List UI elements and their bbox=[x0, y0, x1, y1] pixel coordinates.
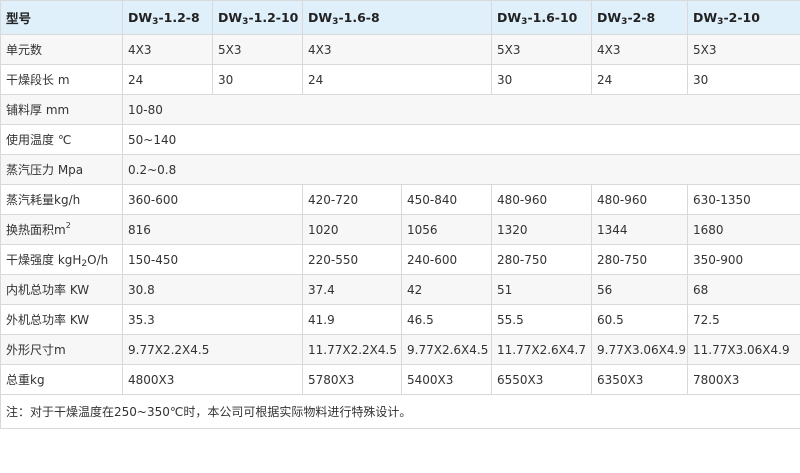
cell: 56 bbox=[591, 274, 688, 305]
row-label: 铺料厚 mm bbox=[0, 94, 123, 125]
cell: 60.5 bbox=[591, 304, 688, 335]
cell: 240-600 bbox=[401, 244, 492, 275]
cell: 35.3 bbox=[122, 304, 303, 335]
header-model: DW3-1.2-10 bbox=[212, 0, 303, 35]
table-row: 外形尺寸m 9.77X2.2X4.5 11.77X2.2X4.5 9.77X2.… bbox=[0, 334, 800, 365]
note-row: 注：对于干燥温度在250~350℃时，本公司可根据实际物料进行特殊设计。 bbox=[0, 394, 800, 429]
table-row: 换热面积m2 816 1020 1056 1320 1344 1680 bbox=[0, 214, 800, 245]
table-row: 使用温度 ℃ 50~140 bbox=[0, 124, 800, 155]
cell: 5X3 bbox=[212, 34, 303, 65]
row-label: 干燥强度 kgH2O/h bbox=[0, 244, 123, 275]
cell: 1020 bbox=[302, 214, 402, 245]
cell: 9.77X2.2X4.5 bbox=[122, 334, 303, 365]
cell: 37.4 bbox=[302, 274, 402, 305]
row-label: 干燥段长 m bbox=[0, 64, 123, 95]
row-label: 外机总功率 KW bbox=[0, 304, 123, 335]
cell: 7800X3 bbox=[687, 364, 800, 395]
footnote: 注：对于干燥温度在250~350℃时，本公司可根据实际物料进行特殊设计。 bbox=[0, 394, 800, 429]
table-row: 总重kg 4800X3 5780X3 5400X3 6550X3 6350X3 … bbox=[0, 364, 800, 395]
cell: 50~140 bbox=[122, 124, 800, 155]
table-row: 蒸汽耗量kg/h 360-600 420-720 450-840 480-960… bbox=[0, 184, 800, 215]
cell: 30 bbox=[491, 64, 592, 95]
header-model: DW3-1.2-8 bbox=[122, 0, 213, 35]
cell: 10-80 bbox=[122, 94, 800, 125]
cell: 280-750 bbox=[491, 244, 592, 275]
cell: 9.77X3.06X4.9 bbox=[591, 334, 688, 365]
cell: 350-900 bbox=[687, 244, 800, 275]
cell: 480-960 bbox=[591, 184, 688, 215]
cell: 420-720 bbox=[302, 184, 402, 215]
table-row: 外机总功率 KW 35.3 41.9 46.5 55.5 60.5 72.5 bbox=[0, 304, 800, 335]
cell: 4800X3 bbox=[122, 364, 303, 395]
cell: 280-750 bbox=[591, 244, 688, 275]
cell: 0.2~0.8 bbox=[122, 154, 800, 185]
cell: 11.77X2.6X4.7 bbox=[491, 334, 592, 365]
cell: 41.9 bbox=[302, 304, 402, 335]
row-label: 蒸汽耗量kg/h bbox=[0, 184, 123, 215]
table-row: 铺料厚 mm 10-80 bbox=[0, 94, 800, 125]
cell: 4X3 bbox=[302, 34, 492, 65]
table-row: 蒸汽压力 Mpa 0.2~0.8 bbox=[0, 154, 800, 185]
cell: 5400X3 bbox=[401, 364, 492, 395]
cell: 150-450 bbox=[122, 244, 303, 275]
cell: 30.8 bbox=[122, 274, 303, 305]
table-row: 干燥段长 m 24 30 24 30 24 30 bbox=[0, 64, 800, 95]
cell: 4X3 bbox=[591, 34, 688, 65]
cell: 46.5 bbox=[401, 304, 492, 335]
cell: 630-1350 bbox=[687, 184, 800, 215]
cell: 11.77X2.2X4.5 bbox=[302, 334, 402, 365]
cell: 450-840 bbox=[401, 184, 492, 215]
header-model: DW3-2-8 bbox=[591, 0, 688, 35]
cell: 1344 bbox=[591, 214, 688, 245]
cell: 816 bbox=[122, 214, 303, 245]
cell: 6350X3 bbox=[591, 364, 688, 395]
table-row: 内机总功率 KW 30.8 37.4 42 51 56 68 bbox=[0, 274, 800, 305]
cell: 11.77X3.06X4.9 bbox=[687, 334, 800, 365]
table-row: 干燥强度 kgH2O/h 150-450 220-550 240-600 280… bbox=[0, 244, 800, 275]
cell: 4X3 bbox=[122, 34, 213, 65]
header-label: 型号 bbox=[0, 0, 123, 35]
cell: 30 bbox=[212, 64, 303, 95]
cell: 6550X3 bbox=[491, 364, 592, 395]
cell: 24 bbox=[302, 64, 492, 95]
table-row: 单元数 4X3 5X3 4X3 5X3 4X3 5X3 bbox=[0, 34, 800, 65]
header-model: DW3-1.6-10 bbox=[491, 0, 592, 35]
cell: 1320 bbox=[491, 214, 592, 245]
cell: 1056 bbox=[401, 214, 492, 245]
header-model: DW3-1.6-8 bbox=[302, 0, 492, 35]
cell: 42 bbox=[401, 274, 492, 305]
cell: 51 bbox=[491, 274, 592, 305]
cell: 5X3 bbox=[491, 34, 592, 65]
cell: 5780X3 bbox=[302, 364, 402, 395]
header-row: 型号 DW3-1.2-8 DW3-1.2-10 DW3-1.6-8 DW3-1.… bbox=[0, 0, 800, 35]
row-label: 蒸汽压力 Mpa bbox=[0, 154, 123, 185]
cell: 220-550 bbox=[302, 244, 402, 275]
header-model: DW3-2-10 bbox=[687, 0, 800, 35]
cell: 55.5 bbox=[491, 304, 592, 335]
row-label: 使用温度 ℃ bbox=[0, 124, 123, 155]
cell: 68 bbox=[687, 274, 800, 305]
row-label: 单元数 bbox=[0, 34, 123, 65]
row-label: 总重kg bbox=[0, 364, 123, 395]
cell: 360-600 bbox=[122, 184, 303, 215]
cell: 9.77X2.6X4.5 bbox=[401, 334, 492, 365]
cell: 30 bbox=[687, 64, 800, 95]
row-label: 换热面积m2 bbox=[0, 214, 123, 245]
spec-table: 型号 DW3-1.2-8 DW3-1.2-10 DW3-1.6-8 DW3-1.… bbox=[0, 0, 800, 429]
cell: 1680 bbox=[687, 214, 800, 245]
row-label: 外形尺寸m bbox=[0, 334, 123, 365]
row-label: 内机总功率 KW bbox=[0, 274, 123, 305]
cell: 24 bbox=[122, 64, 213, 95]
cell: 480-960 bbox=[491, 184, 592, 215]
cell: 5X3 bbox=[687, 34, 800, 65]
cell: 24 bbox=[591, 64, 688, 95]
cell: 72.5 bbox=[687, 304, 800, 335]
